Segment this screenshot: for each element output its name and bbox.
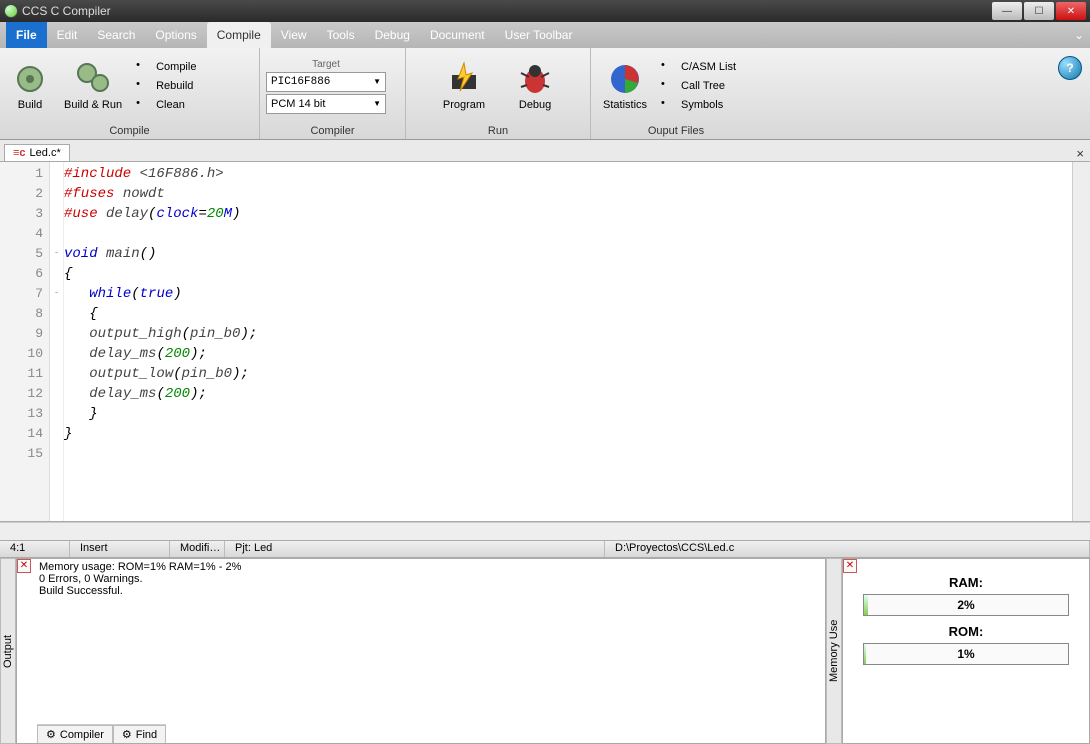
menu-edit[interactable]: Edit	[47, 22, 88, 48]
code-content[interactable]: #include <16F886.h>#fuses nowdt#use dela…	[64, 162, 1072, 521]
status-insert: Insert	[70, 541, 170, 557]
statistics-button[interactable]: Statistics	[597, 59, 653, 113]
menu-compile[interactable]: Compile	[207, 22, 271, 48]
debug-button[interactable]: Debug	[511, 59, 559, 113]
status-path: D:\Proyectos\CCS\Led.c	[605, 541, 1090, 557]
gears-icon	[75, 61, 111, 97]
program-button[interactable]: Program	[437, 59, 491, 113]
code-editor[interactable]: 123456789101112131415 -- #include <16F88…	[0, 162, 1090, 522]
rom-value: 1%	[957, 647, 974, 661]
rebuild-icon: •	[136, 78, 152, 94]
chevron-down-icon: ▼	[373, 99, 381, 108]
output-tab-compiler[interactable]: ⚙Compiler	[37, 725, 113, 743]
close-button[interactable]: ✕	[1056, 2, 1086, 20]
menu-document[interactable]: Document	[420, 22, 495, 48]
menu-tools[interactable]: Tools	[317, 22, 365, 48]
fold-gutter[interactable]: --	[50, 162, 64, 521]
list-icon: •	[661, 59, 677, 75]
c-asm-list-button[interactable]: •C/ASM List	[657, 58, 740, 76]
menu-debug[interactable]: Debug	[365, 22, 420, 48]
output-panel-label[interactable]: Output	[0, 558, 16, 744]
target-label: Target	[312, 59, 340, 70]
status-modified: Modifi…	[170, 541, 225, 557]
compiler-mode-dropdown[interactable]: PCM 14 bit ▼	[266, 94, 386, 114]
statistics-label: Statistics	[603, 99, 647, 111]
build-label: Build	[18, 99, 42, 111]
call-tree-button[interactable]: •Call Tree	[657, 77, 740, 95]
file-tab-label: Led.c*	[30, 147, 61, 159]
target-value: PIC16F886	[271, 76, 330, 88]
tab-icon: ⚙	[46, 728, 56, 741]
menu-search[interactable]: Search	[87, 22, 145, 48]
output-tab-find[interactable]: ⚙Find	[113, 725, 166, 743]
maximize-button[interactable]: ☐	[1024, 2, 1054, 20]
status-position: 4:1	[0, 541, 70, 557]
group-compile-label: Compile	[0, 124, 259, 139]
titlebar: CCS C Compiler — ☐ ✕	[0, 0, 1090, 22]
menu-view[interactable]: View	[271, 22, 317, 48]
app-icon	[4, 4, 18, 18]
memory-panel-label[interactable]: Memory Use	[826, 558, 842, 744]
help-icon[interactable]: ?	[1058, 56, 1082, 80]
target-dropdown[interactable]: PIC16F886 ▼	[266, 72, 386, 92]
group-output-label: Ouput Files	[591, 124, 761, 139]
line-number-gutter: 123456789101112131415	[0, 162, 50, 521]
menu-options[interactable]: Options	[145, 22, 206, 48]
program-label: Program	[443, 99, 485, 111]
ribbon-expand-icon[interactable]: ⌄	[1068, 22, 1090, 48]
chip-lightning-icon	[446, 61, 482, 97]
tab-icon: ⚙	[122, 728, 132, 741]
file-tabstrip: ≡c Led.c* ×	[0, 140, 1090, 162]
ram-label: RAM:	[851, 575, 1081, 590]
memory-close-button[interactable]: ✕	[843, 559, 857, 573]
file-tab[interactable]: ≡c Led.c*	[4, 144, 70, 161]
ram-value: 2%	[957, 598, 974, 612]
group-run-label: Run	[406, 124, 590, 139]
menubar: File EditSearchOptionsCompileViewToolsDe…	[0, 22, 1090, 48]
output-panel: ✕ Memory usage: ROM=1% RAM=1% - 2% 0 Err…	[16, 558, 826, 744]
memory-panel: ✕ RAM: 2% ROM: 1%	[842, 558, 1090, 744]
gear-icon	[12, 61, 48, 97]
output-tabs: ⚙Compiler⚙Find	[37, 724, 166, 743]
rom-meter: 1%	[863, 643, 1069, 665]
rebuild-button[interactable]: •Rebuild	[132, 77, 200, 95]
ribbon: ? Build Build & Run •Compile•Rebuild•Cle…	[0, 48, 1090, 140]
menu-user-toolbar[interactable]: User Toolbar	[495, 22, 583, 48]
minimize-button[interactable]: —	[992, 2, 1022, 20]
compiler-mode-value: PCM 14 bit	[271, 98, 325, 110]
group-compiler-label: Compiler	[260, 124, 405, 139]
build-run-button[interactable]: Build & Run	[58, 59, 128, 113]
menu-file[interactable]: File	[6, 22, 47, 48]
rom-label: ROM:	[851, 624, 1081, 639]
compile-button[interactable]: •Compile	[132, 58, 200, 76]
chevron-down-icon: ▼	[373, 77, 381, 86]
debug-label: Debug	[519, 99, 551, 111]
bug-icon	[517, 61, 553, 97]
symbols-button[interactable]: •Symbols	[657, 96, 740, 114]
clean-button[interactable]: •Clean	[132, 96, 200, 114]
file-type-icon: ≡c	[13, 147, 26, 159]
output-text: Memory usage: ROM=1% RAM=1% - 2% 0 Error…	[17, 559, 825, 599]
pie-chart-icon	[607, 61, 643, 97]
output-close-button[interactable]: ✕	[17, 559, 31, 573]
clean-icon: •	[136, 97, 152, 113]
vertical-scrollbar[interactable]	[1072, 162, 1090, 521]
build-button[interactable]: Build	[6, 59, 54, 113]
close-tab-button[interactable]: ×	[1070, 146, 1090, 161]
ram-meter: 2%	[863, 594, 1069, 616]
horizontal-scrollbar[interactable]	[0, 522, 1090, 540]
status-project: Pjt: Led	[225, 541, 605, 557]
tree-icon: •	[661, 78, 677, 94]
window-title: CCS C Compiler	[22, 4, 111, 18]
compile-icon: •	[136, 59, 152, 75]
build-run-label: Build & Run	[64, 99, 122, 111]
symbols-icon: •	[661, 97, 677, 113]
statusbar: 4:1 Insert Modifi… Pjt: Led D:\Proyectos…	[0, 540, 1090, 558]
